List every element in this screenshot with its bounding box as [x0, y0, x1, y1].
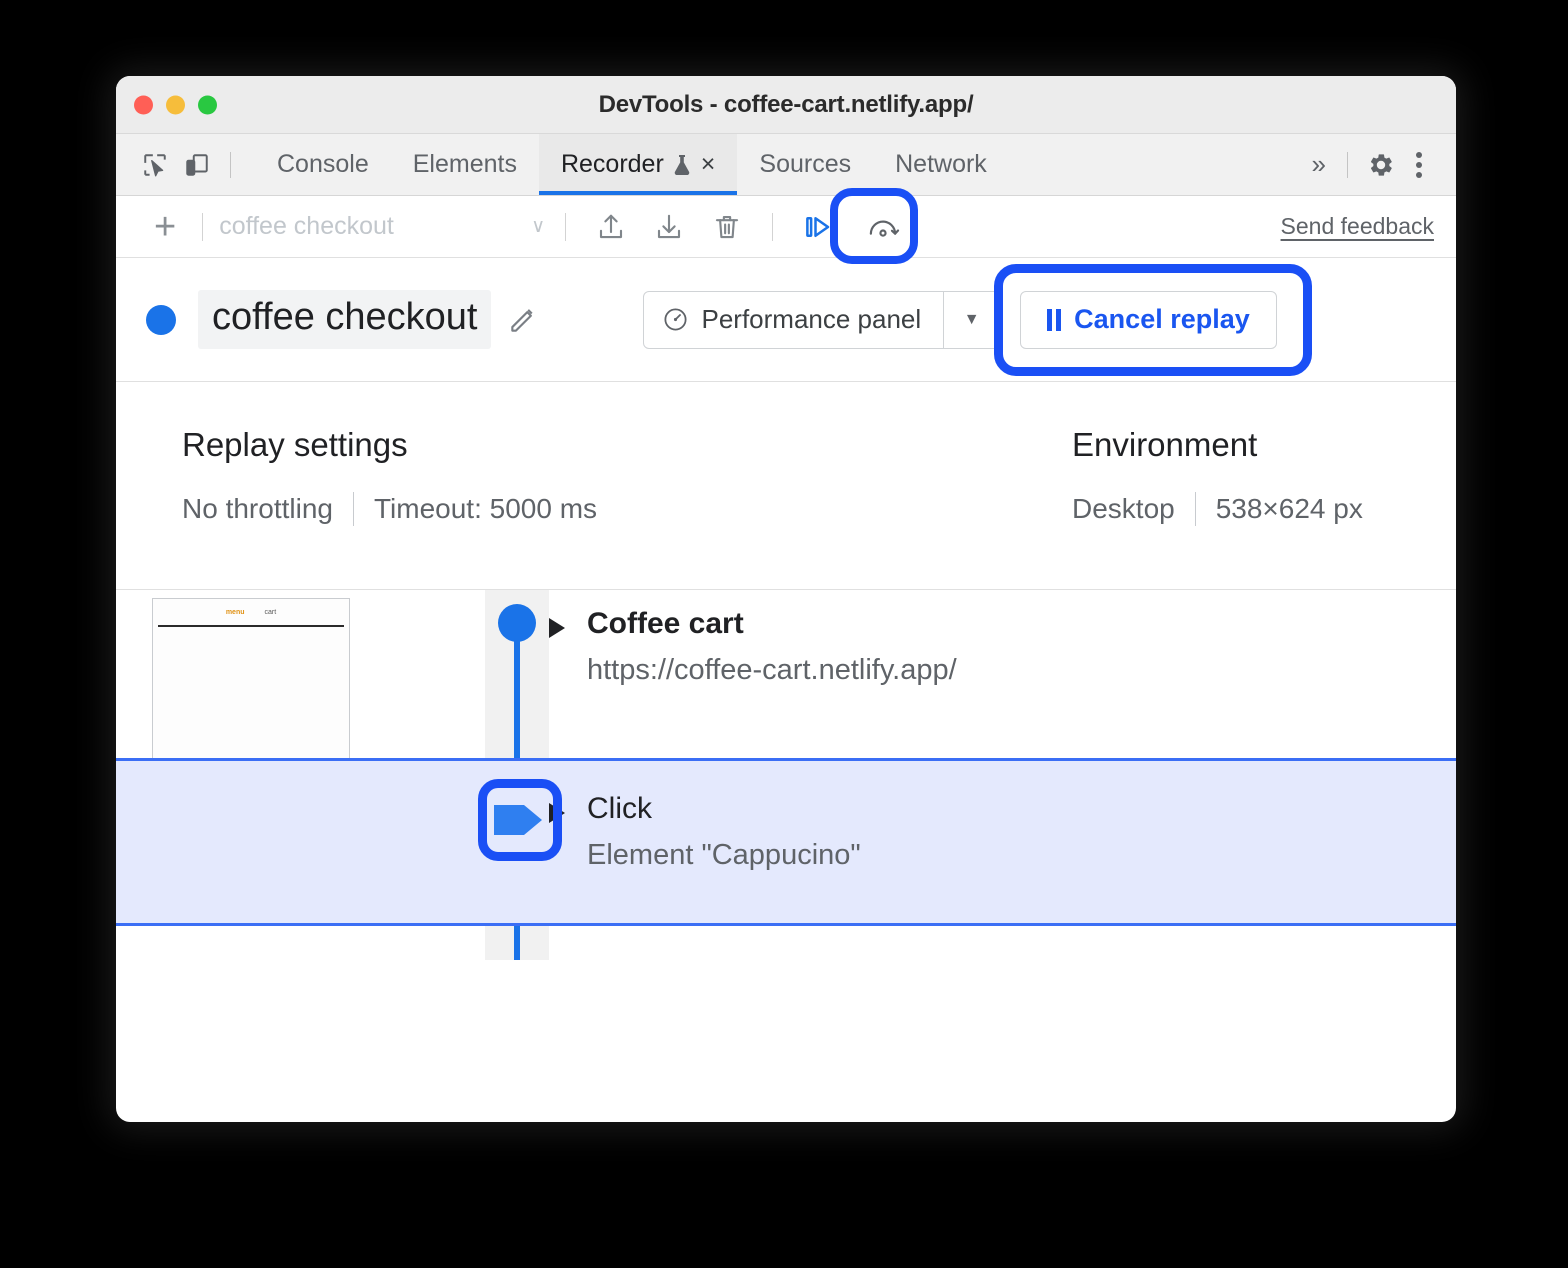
step-content: Coffee cart https://coffee-cart.netlify.…	[549, 590, 957, 691]
step-detail: https://coffee-cart.netlify.app/	[587, 649, 957, 691]
dot	[1416, 162, 1422, 168]
tabbar-divider	[230, 152, 231, 178]
close-recorder-tab-icon[interactable]: ×	[701, 152, 716, 177]
step-text: Click Element "Cappucino"	[587, 789, 861, 876]
experiment-flask-icon	[672, 153, 692, 177]
tab-network-label: Network	[895, 150, 987, 179]
add-recording-button[interactable]: +	[144, 208, 186, 246]
devtools-tabbar: Console Elements Recorder × Sources	[116, 134, 1456, 196]
panel-tabs: Console Elements Recorder × Sources	[255, 134, 1009, 195]
tab-network[interactable]: Network	[873, 134, 1009, 195]
more-tabs-icon[interactable]: »	[1300, 149, 1335, 180]
recording-select-value: coffee checkout	[219, 212, 531, 241]
environment-column: Environment Desktop 538×624 px	[1072, 426, 1363, 589]
cancel-replay-label: Cancel replay	[1074, 304, 1250, 335]
replay-settings-values: No throttling Timeout: 5000 ms	[182, 492, 1072, 526]
replay-target-main[interactable]: Performance panel	[644, 292, 943, 348]
tab-console-label: Console	[277, 150, 369, 179]
step-row-click-americano[interactable]: Click Element "Americano"	[116, 926, 1456, 960]
chevron-down-icon: ∨	[531, 215, 545, 238]
expand-step-icon[interactable]	[549, 618, 565, 638]
cancel-replay-button[interactable]: Cancel replay	[1020, 291, 1277, 349]
window-titlebar: DevTools - coffee-cart.netlify.app/	[116, 76, 1456, 134]
pencil-icon[interactable]	[507, 304, 539, 336]
tab-elements[interactable]: Elements	[391, 134, 539, 195]
thumbnail-cart-label: cart	[265, 609, 277, 616]
thumbnail-divider	[158, 625, 344, 627]
step-content: Click Element "Cappucino"	[549, 761, 861, 876]
screenshot-stage: DevTools - coffee-cart.netlify.app/	[0, 0, 1568, 1268]
thumbnail-menu-label: menu	[226, 609, 245, 616]
step-title: Click	[587, 789, 861, 830]
environment-title: Environment	[1072, 426, 1363, 464]
step-text: Click Element "Americano"	[587, 954, 861, 960]
toolbar-divider-3	[772, 213, 773, 241]
step-detail: Element "Cappucino"	[587, 834, 861, 876]
tab-console[interactable]: Console	[255, 134, 391, 195]
recording-header: coffee checkout Performanc	[116, 258, 1456, 382]
pause-icon	[1047, 309, 1061, 331]
step-title: Coffee cart	[587, 604, 957, 645]
performance-replay-button[interactable]	[861, 205, 905, 249]
replay-settings-section: Replay settings No throttling Timeout: 5…	[116, 382, 1456, 590]
settings-gear-icon[interactable]	[1360, 144, 1402, 186]
replay-target-select[interactable]: Performance panel ▼	[643, 291, 1000, 349]
step-by-step-replay-button[interactable]	[796, 205, 840, 249]
dot	[1416, 172, 1422, 178]
step-row-coffee-cart[interactable]: menu cart Total: $0.00 Coffee cart https…	[116, 590, 1456, 758]
value-divider	[1195, 492, 1196, 526]
device-value: Desktop	[1072, 493, 1175, 525]
throttling-value[interactable]: No throttling	[182, 493, 333, 525]
replay-status-indicator	[146, 305, 176, 335]
inspect-element-icon[interactable]	[134, 144, 176, 186]
step-title: Click	[587, 954, 861, 960]
cancel-replay-wrapper: Cancel replay	[1020, 291, 1277, 349]
more-options-icon[interactable]	[1402, 152, 1436, 178]
thumbnail-header: menu cart	[153, 599, 349, 625]
tab-sources-label: Sources	[759, 150, 851, 179]
devtools-window: DevTools - coffee-cart.netlify.app/	[116, 76, 1456, 1122]
timeout-value[interactable]: Timeout: 5000 ms	[374, 493, 597, 525]
replay-settings-title: Replay settings	[182, 426, 1072, 464]
tabbar-right-controls: »	[1300, 144, 1436, 186]
expand-step-icon[interactable]	[549, 803, 565, 823]
chevron-down-icon[interactable]: ▼	[943, 292, 999, 348]
tab-recorder-label: Recorder	[561, 150, 664, 179]
step-thumbnail-cell	[116, 926, 485, 934]
import-recording-button[interactable]	[647, 205, 691, 249]
send-feedback-link[interactable]: Send feedback	[1281, 213, 1434, 240]
dot	[1416, 152, 1422, 158]
step-marker-current	[492, 797, 546, 843]
tabbar-right-divider	[1347, 152, 1348, 178]
tab-recorder[interactable]: Recorder ×	[539, 134, 737, 195]
delete-recording-button[interactable]	[705, 205, 749, 249]
export-recording-button[interactable]	[589, 205, 633, 249]
viewport-value: 538×624 px	[1216, 493, 1363, 525]
toolbar-divider	[202, 213, 203, 241]
recording-name[interactable]: coffee checkout	[198, 290, 491, 350]
window-title: DevTools - coffee-cart.netlify.app/	[116, 91, 1456, 119]
step-marker-start-dot	[498, 604, 536, 642]
step-content: Click Element "Americano"	[549, 926, 861, 960]
recording-select[interactable]: coffee checkout ∨	[219, 212, 549, 241]
environment-values: Desktop 538×624 px	[1072, 492, 1363, 526]
recording-steps-list: menu cart Total: $0.00 Coffee cart https…	[116, 590, 1456, 960]
device-toolbar-icon[interactable]	[176, 144, 218, 186]
step-row-click-cappucino[interactable]: Click Element "Cappucino"	[116, 758, 1456, 926]
step-text: Coffee cart https://coffee-cart.netlify.…	[587, 604, 957, 691]
tab-sources[interactable]: Sources	[737, 134, 873, 195]
replay-target-label: Performance panel	[701, 304, 921, 335]
replay-settings-column: Replay settings No throttling Timeout: 5…	[182, 426, 1072, 589]
toolbar-divider-2	[565, 213, 566, 241]
recorder-toolbar: + coffee checkout ∨	[116, 196, 1456, 258]
value-divider	[353, 492, 354, 526]
tab-elements-label: Elements	[413, 150, 517, 179]
speedometer-icon	[662, 306, 689, 333]
